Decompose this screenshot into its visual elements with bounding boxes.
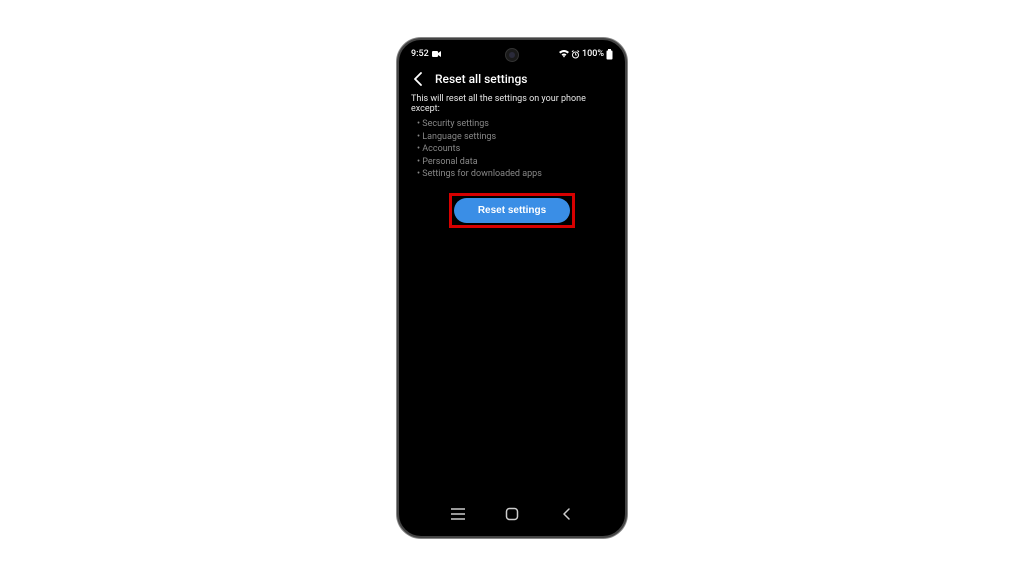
description-text: This will reset all the settings on your…: [411, 94, 613, 114]
list-item: Security settings: [417, 118, 613, 131]
video-icon: [432, 50, 442, 58]
page-title: Reset all settings: [435, 72, 527, 86]
list-item: Settings for downloaded apps: [417, 168, 613, 181]
status-time: 9:52: [411, 49, 429, 59]
alarm-icon: [571, 50, 580, 59]
power-button: [626, 240, 627, 280]
reset-settings-button[interactable]: Reset settings: [454, 198, 570, 223]
list-item: Accounts: [417, 143, 613, 156]
battery-icon: [606, 49, 613, 60]
volume-button: [626, 140, 627, 200]
recents-button[interactable]: [448, 504, 468, 524]
phone-frame: 9:52 100% Reset: [397, 38, 627, 538]
nav-back-button[interactable]: [556, 504, 576, 524]
exceptions-list: Security settings Language settings Acco…: [411, 118, 613, 181]
wifi-icon: [559, 50, 569, 58]
camera-notch: [505, 48, 519, 62]
home-button[interactable]: [502, 504, 522, 524]
highlight-box: Reset settings: [449, 193, 575, 228]
list-item: Personal data: [417, 156, 613, 169]
navigation-bar: [401, 500, 623, 534]
screen: 9:52 100% Reset: [401, 42, 623, 534]
list-item: Language settings: [417, 131, 613, 144]
content: This will reset all the settings on your…: [401, 94, 623, 228]
back-button[interactable]: [411, 72, 425, 86]
header: Reset all settings: [401, 66, 623, 94]
status-battery-pct: 100%: [582, 49, 604, 59]
